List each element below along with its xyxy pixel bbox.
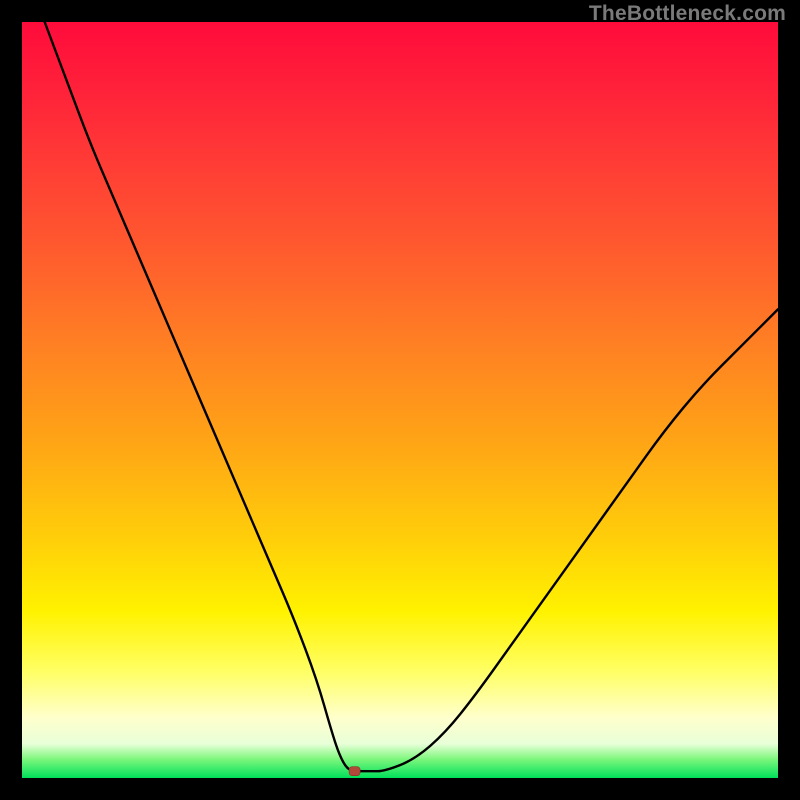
chart-frame: TheBottleneck.com <box>0 0 800 800</box>
bottleneck-curve <box>45 22 778 771</box>
plot-area <box>22 22 778 778</box>
curve-svg <box>22 22 778 778</box>
min-marker <box>349 767 360 776</box>
